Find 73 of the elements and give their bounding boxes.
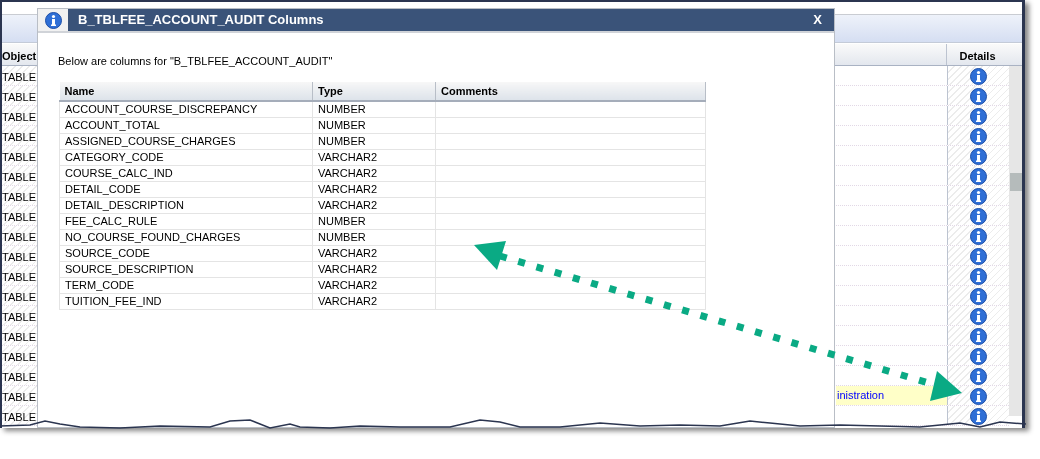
info-icon[interactable] [970,267,987,285]
table-cell: VARCHAR2 [312,245,436,261]
table-cell: TABLE [2,311,37,323]
table-cell: TABLE [2,111,37,123]
info-icon[interactable] [970,107,987,125]
table-cell: NUMBER [312,213,436,229]
table-cell: TABLE [2,91,37,103]
table-cell: VARCHAR2 [312,149,436,165]
scrollbar-thumb [1010,173,1022,191]
table-cell: TABLE [2,411,37,423]
info-icon[interactable] [970,347,987,365]
table-cell: ASSIGNED_COURSE_CHARGES [59,133,313,149]
table-cell: VARCHAR2 [312,181,436,197]
table-cell: SOURCE_DESCRIPTION [59,261,313,277]
info-icon[interactable] [970,287,987,305]
table-cell: VARCHAR2 [312,197,436,213]
link[interactable]: inistration [837,387,885,404]
table-cell: CATEGORY_CODE [59,149,313,165]
table-cell: TABLE [2,191,37,203]
info-icon[interactable] [970,307,987,325]
table-cell: TABLE [2,211,37,223]
table-cell: TABLE [2,391,37,403]
table-cell: TABLE [2,271,37,283]
info-icon[interactable] [970,407,987,425]
table-cell: TABLE [2,331,37,343]
table-cell: COURSE_CALC_IND [59,165,313,181]
column-header: Type [312,81,436,101]
info-icon[interactable] [970,67,987,85]
table-cell: VARCHAR2 [312,293,436,309]
table-cell: DETAIL_CODE [59,181,313,197]
table-cell: NO_COURSE_FOUND_CHARGES [59,229,313,245]
table-cell: TUITION_FEE_IND [59,293,313,309]
table-cell: NUMBER [312,117,436,133]
info-icon[interactable] [970,227,987,245]
info-icon[interactable] [970,247,987,265]
table-cell: NUMBER [312,101,436,117]
table-cell: TABLE [2,151,37,163]
dialog-title: B_TBLFEE_ACCOUNT_AUDIT Columns [78,11,324,30]
table-cell: TABLE [2,251,37,263]
table-cell: TABLE [2,131,37,143]
info-icon[interactable] [970,207,987,225]
table-cell: TABLE [2,231,37,243]
table-cell: SOURCE_CODE [59,245,313,261]
table-cell: NUMBER [312,133,436,149]
info-icon[interactable] [970,167,987,185]
table-cell: DETAIL_DESCRIPTION [59,197,313,213]
table-cell: NUMBER [312,229,436,245]
info-icon[interactable] [970,327,987,345]
info-icon [44,11,62,29]
close-button[interactable]: X [811,10,824,30]
column-header: Object [2,50,37,62]
column-header: Name [59,81,313,101]
table-cell: TABLE [2,351,37,363]
table-cell: TABLE [2,371,37,383]
table-cell: VARCHAR2 [312,165,436,181]
table-cell: FEE_CALC_RULE [59,213,313,229]
table-cell: TERM_CODE [59,277,313,293]
column-header: Comments [435,81,706,101]
table-cell: VARCHAR2 [312,277,436,293]
table-cell: TABLE [2,291,37,303]
info-icon[interactable] [970,87,987,105]
info-icon[interactable] [970,387,987,405]
info-icon[interactable] [970,367,987,385]
table-cell: TABLE [2,171,37,183]
info-icon[interactable] [970,127,987,145]
dialog-message: Below are columns for "B_TBLFEE_ACCOUNT_AUDIT" [58,54,334,69]
column-header: Details [959,50,996,62]
table-cell: TABLE [2,71,37,83]
table-cell: VARCHAR2 [312,261,436,277]
info-icon[interactable] [970,187,987,205]
info-icon[interactable] [970,147,987,165]
table-cell: ACCOUNT_COURSE_DISCREPANCY [59,101,313,117]
table-cell: ACCOUNT_TOTAL [59,117,313,133]
